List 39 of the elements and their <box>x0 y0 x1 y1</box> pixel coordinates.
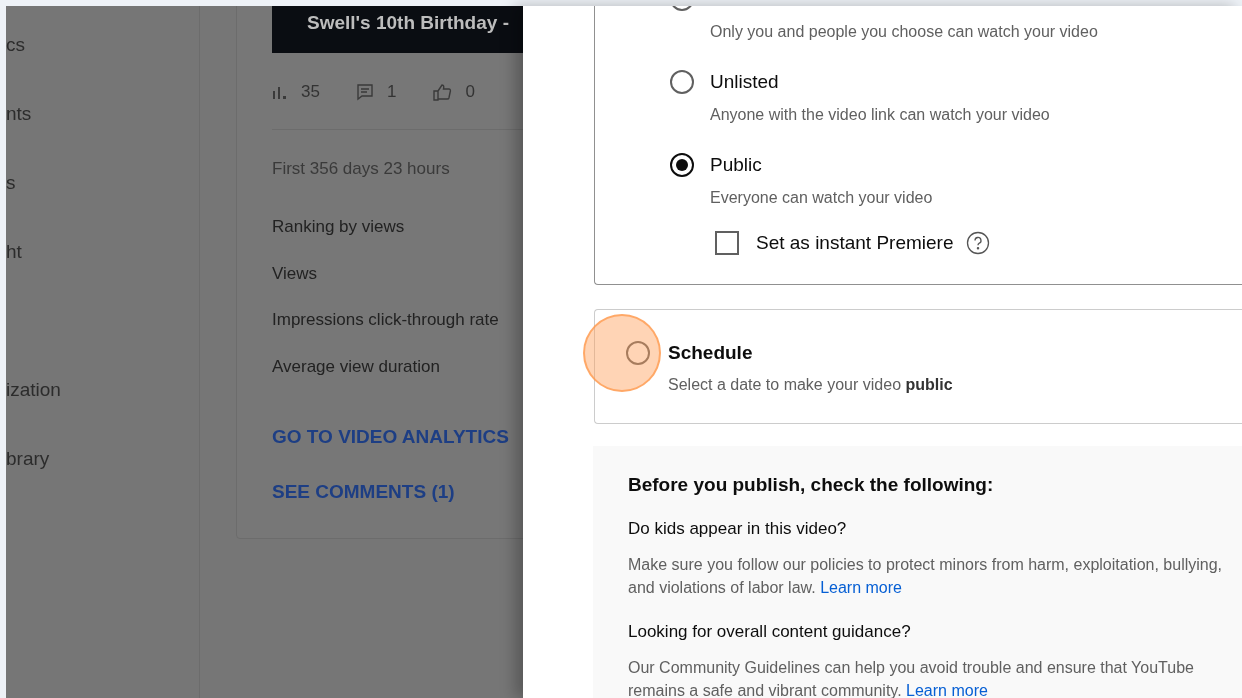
metric-label: Impressions click-through rate <box>272 310 500 330</box>
option-description: Only you and people you choose can watch your video <box>710 22 1099 42</box>
card-link[interactable]: SEE COMMENTS (1) <box>272 481 455 502</box>
section-title: Do kids appear in this video? <box>628 518 848 540</box>
sidebar-item[interactable]: s <box>6 148 16 217</box>
video-title: Swell's 10th Birthday - <box>307 12 509 34</box>
section-title: Looking for overall content guidance? <box>628 621 912 643</box>
premiere-label: Set as instant Premiere <box>756 232 954 254</box>
option-description: Everyone can watch your video <box>710 188 934 208</box>
sidebar-item[interactable]: cs <box>6 10 25 79</box>
help-icon <box>966 231 991 255</box>
schedule-description: Select a date to make your video public <box>668 375 954 395</box>
radio-button-selected[interactable] <box>670 153 694 177</box>
sidebar-item[interactable]: ization <box>6 355 61 424</box>
sidebar-item[interactable]: brary <box>6 424 50 493</box>
stat-count: 1 <box>386 82 397 102</box>
sidebar-item[interactable]: nts <box>6 79 32 148</box>
schedule-label: Schedule <box>668 342 753 364</box>
sidebar-item[interactable]: ht <box>6 217 22 286</box>
checkbox[interactable] <box>715 231 739 255</box>
metric-label: Ranking by views <box>272 217 406 237</box>
card-link[interactable]: GO TO VIDEO ANALYTICS <box>272 426 509 447</box>
comment-icon <box>355 83 374 101</box>
bar-chart-icon <box>272 85 288 99</box>
option-label: Public <box>710 154 762 176</box>
learn-more-link[interactable]: Learn more <box>906 682 988 698</box>
section-text: Make sure you follow our policies to protect minors from harm, exploitation, bullying, and violations of labor law. Learn more <box>628 555 1224 598</box>
thumbs-up-icon <box>432 83 453 101</box>
period-label: First 356 days 23 hours <box>272 159 451 179</box>
option-description: Anyone with the video link can watch your video <box>710 105 1051 125</box>
learn-more-link[interactable]: Learn more <box>820 579 902 596</box>
metric-label: Views <box>272 263 319 284</box>
option-label: Unlisted <box>710 71 779 93</box>
stat-count: 0 <box>465 82 475 102</box>
radio-button[interactable] <box>626 341 650 365</box>
radio-button[interactable] <box>670 70 694 94</box>
checklist-heading: Before you publish, check the following: <box>628 473 995 497</box>
metric-label: Average view duration <box>272 356 441 377</box>
stat-count: 35 <box>301 82 320 102</box>
